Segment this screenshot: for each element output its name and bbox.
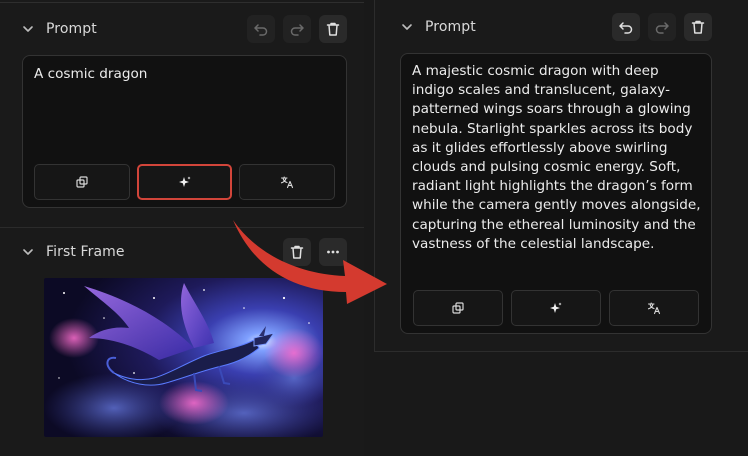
prompt-text[interactable]: A cosmic dragon [34,65,334,84]
right-panel: Prompt A majestic cosmic dragon with dee… [374,0,748,352]
more-icon [327,250,339,254]
trash-icon [691,20,705,34]
delete-frame-button[interactable] [283,238,311,266]
enhance-prompt-button[interactable] [511,290,601,326]
more-options-button[interactable] [319,238,347,266]
copy-button[interactable] [413,290,503,326]
prompt-input-box[interactable]: A cosmic dragon [22,55,347,208]
translate-button[interactable] [239,164,335,200]
first-frame-section-header[interactable]: First Frame [22,238,125,266]
copy-icon [452,302,464,314]
delete-prompt-button[interactable] [684,13,712,41]
enhance-prompt-button[interactable] [137,164,232,200]
section-divider [0,227,364,228]
copy-icon [76,176,88,188]
redo-icon [290,24,304,36]
prompt-section-header[interactable]: Prompt [22,15,97,43]
first-frame-image[interactable] [44,278,323,437]
prompt-input-box[interactable]: A majestic cosmic dragon with deep indig… [400,53,712,334]
redo-icon [655,22,669,34]
delete-prompt-button[interactable] [319,15,347,43]
chevron-down-icon[interactable] [401,21,413,33]
sparkle-icon [178,176,190,187]
prompt-section-header[interactable]: Prompt [401,13,476,41]
redo-button[interactable] [648,13,676,41]
first-frame-section-title: First Frame [46,244,125,260]
trash-icon [290,245,304,259]
redo-button[interactable] [283,15,311,43]
prompt-section-title: Prompt [46,21,97,37]
sparkle-icon [550,302,562,313]
trash-icon [326,22,340,36]
undo-icon [254,24,268,36]
dragon-illustration [44,278,323,437]
undo-button[interactable] [247,15,275,43]
prompt-text[interactable]: A majestic cosmic dragon with deep indig… [412,62,704,254]
top-divider [0,2,364,3]
chevron-down-icon[interactable] [22,23,34,35]
left-panel: Prompt A cosmic dragon First Frame [0,0,364,456]
prompt-section-title: Prompt [425,19,476,35]
undo-button[interactable] [612,13,640,41]
copy-button[interactable] [34,164,130,200]
translate-button[interactable] [609,290,699,326]
chevron-down-icon[interactable] [22,246,34,258]
translate-icon [280,176,294,189]
undo-icon [619,22,633,34]
translate-icon [647,302,661,315]
